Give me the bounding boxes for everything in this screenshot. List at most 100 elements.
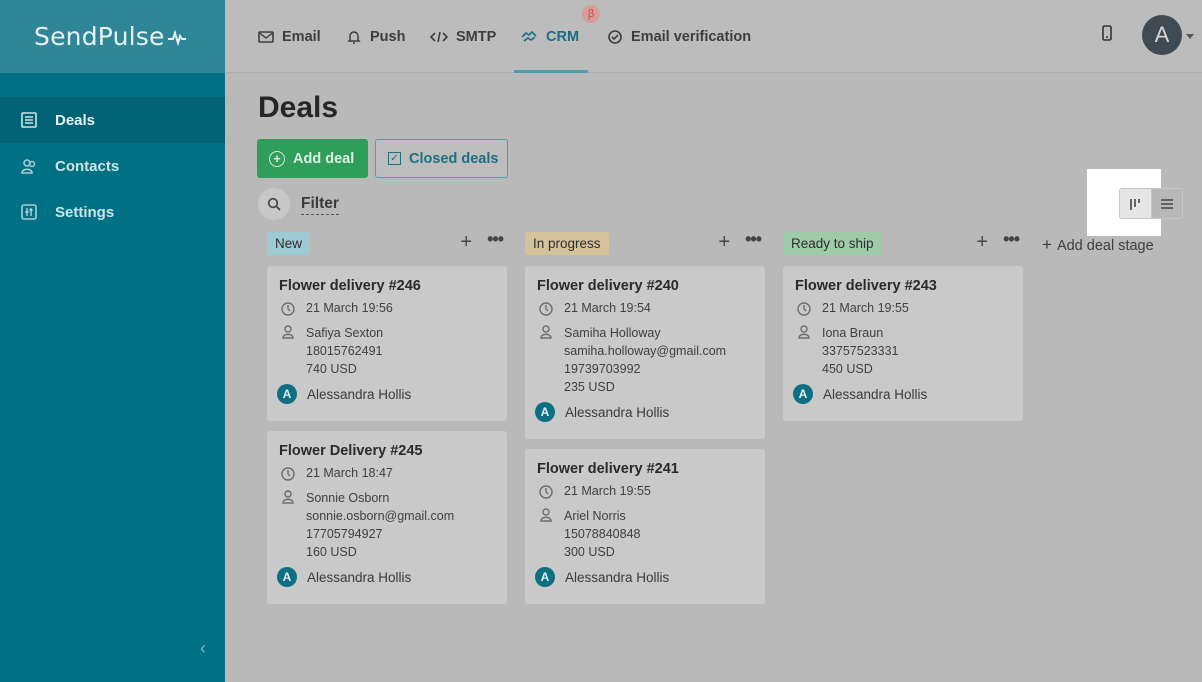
deal-contact: Iona Braun 33757523331 450 USD <box>795 324 1011 378</box>
search-icon[interactable] <box>258 188 290 220</box>
stage-header: New + ••• <box>267 229 507 256</box>
owner-avatar: A <box>277 384 297 404</box>
deal-amount: 740 USD <box>306 362 357 376</box>
list-view-button[interactable] <box>1151 189 1182 218</box>
contact-name: Iona Braun <box>822 326 884 340</box>
deal-title: Flower delivery #240 <box>537 278 679 294</box>
tab-crm[interactable]: CRM <box>513 0 589 73</box>
contact-phone: 15078840848 <box>564 527 641 541</box>
contact-phone: 17705794927 <box>306 527 383 541</box>
owner-avatar: A <box>535 567 555 587</box>
crm-icon <box>520 29 538 45</box>
owner-avatar: A <box>535 402 555 422</box>
deal-card[interactable]: Flower delivery #246 21 March 19:56 Safi… <box>267 266 507 421</box>
add-deal-button[interactable]: + Add deal <box>257 139 368 178</box>
deal-card[interactable]: Flower Delivery #245 21 March 18:47 Sonn… <box>267 431 507 604</box>
logo-area: SendPulse <box>0 0 225 73</box>
stage-header: In progress + ••• <box>525 229 765 256</box>
deal-amount: 300 USD <box>564 545 615 559</box>
tab-email-verification[interactable]: Email verification <box>607 0 751 73</box>
contacts-icon <box>20 157 38 175</box>
sidebar: SendPulse Deals Contacts Settings ‹ <box>0 0 225 682</box>
chevron-down-icon[interactable] <box>1186 34 1194 39</box>
deal-owner: A Alessandra Hollis <box>535 402 753 422</box>
view-toggle <box>1119 188 1183 219</box>
deal-contact: Safiya Sexton 18015762491 740 USD <box>279 324 495 378</box>
contact-email: sonnie.osborn@gmail.com <box>306 509 455 523</box>
clock-icon <box>537 301 555 317</box>
deal-card[interactable]: Flower delivery #243 21 March 19:55 Iona… <box>783 266 1023 421</box>
plus-icon: + <box>1042 235 1052 254</box>
more-options-icon[interactable]: ••• <box>745 229 762 250</box>
person-icon <box>795 324 813 340</box>
stage-column-new: New + ••• Flower delivery #246 21 March … <box>267 229 507 604</box>
stage-column-ready-to-ship: Ready to ship + ••• Flower delivery #243… <box>783 229 1023 421</box>
list-icon <box>20 111 38 129</box>
tab-push[interactable]: Push <box>346 0 405 73</box>
sidebar-item-settings[interactable]: Settings <box>0 189 225 235</box>
mobile-icon[interactable] <box>1101 25 1113 46</box>
tab-smtp[interactable]: SMTP <box>430 0 496 73</box>
contact-phone: 33757523331 <box>822 344 899 358</box>
add-deal-stage-button[interactable]: + Add deal stage <box>1042 235 1154 255</box>
deal-date: 21 March 19:54 <box>537 301 753 317</box>
person-icon <box>537 324 555 340</box>
deal-date: 21 March 19:55 <box>537 484 753 500</box>
contact-phone: 18015762491 <box>306 344 383 358</box>
deal-card[interactable]: Flower delivery #240 21 March 19:54 Sami… <box>525 266 765 439</box>
tab-email[interactable]: Email <box>258 0 321 73</box>
user-avatar[interactable]: A <box>1142 15 1182 55</box>
deal-card[interactable]: Flower delivery #241 21 March 19:55 Arie… <box>525 449 765 604</box>
contact-phone: 19739703992 <box>564 362 641 376</box>
filter-link[interactable]: Filter <box>301 195 339 215</box>
deal-date: 21 March 18:47 <box>279 466 495 482</box>
deal-owner: A Alessandra Hollis <box>535 567 753 587</box>
board-view-button[interactable] <box>1120 189 1152 218</box>
board-view-icon <box>1130 198 1141 210</box>
beta-badge: β <box>582 5 600 23</box>
deal-owner: A Alessandra Hollis <box>277 384 495 404</box>
contact-name: Samiha Holloway <box>564 326 661 340</box>
contact-name: Sonnie Osborn <box>306 491 390 505</box>
deal-amount: 450 USD <box>822 362 873 376</box>
add-deal-to-stage-icon[interactable]: + <box>460 231 472 254</box>
sidebar-item-deals[interactable]: Deals <box>0 97 225 143</box>
clock-icon <box>279 466 297 482</box>
deal-amount: 160 USD <box>306 545 357 559</box>
stage-header: Ready to ship + ••• <box>783 229 1023 256</box>
deal-date: 21 March 19:56 <box>279 301 495 317</box>
collapse-sidebar-icon[interactable]: ‹ <box>200 638 206 659</box>
sidebar-item-contacts[interactable]: Contacts <box>0 143 225 189</box>
sidebar-item-label: Contacts <box>55 157 120 175</box>
sidebar-item-label: Settings <box>55 203 115 221</box>
checkbox-icon: ✓ <box>388 152 401 165</box>
deal-title: Flower delivery #246 <box>279 278 421 294</box>
settings-icon <box>20 203 38 221</box>
more-options-icon[interactable]: ••• <box>1003 229 1020 250</box>
more-options-icon[interactable]: ••• <box>487 229 504 250</box>
clock-icon <box>795 301 813 317</box>
person-icon <box>537 507 555 523</box>
deal-title: Flower delivery #241 <box>537 461 679 477</box>
closed-deals-button[interactable]: ✓ Closed deals <box>375 139 508 178</box>
person-icon <box>279 489 297 505</box>
deal-contact: Sonnie Osborn sonnie.osborn@gmail.com 17… <box>279 489 495 561</box>
add-deal-to-stage-icon[interactable]: + <box>976 231 988 254</box>
deal-owner: A Alessandra Hollis <box>277 567 495 587</box>
page-title: Deals <box>258 91 339 124</box>
bell-icon <box>346 29 362 45</box>
list-view-icon <box>1160 198 1173 209</box>
stage-column-in-progress: In progress + ••• Flower delivery #240 2… <box>525 229 765 604</box>
top-bar: Email Push SMTP CRM β Email verification… <box>225 0 1202 73</box>
stage-label: Ready to ship <box>783 232 882 255</box>
sidebar-item-label: Deals <box>55 111 96 129</box>
clock-icon <box>279 301 297 317</box>
add-deal-to-stage-icon[interactable]: + <box>718 231 730 254</box>
stage-label: New <box>267 232 311 255</box>
deal-amount: 235 USD <box>564 380 615 394</box>
side-nav: Deals Contacts Settings <box>0 97 225 235</box>
deal-title: Flower delivery #243 <box>795 278 937 294</box>
contact-email: samiha.holloway@gmail.com <box>564 344 727 358</box>
deal-owner: A Alessandra Hollis <box>793 384 1011 404</box>
logo[interactable]: SendPulse <box>34 22 165 51</box>
